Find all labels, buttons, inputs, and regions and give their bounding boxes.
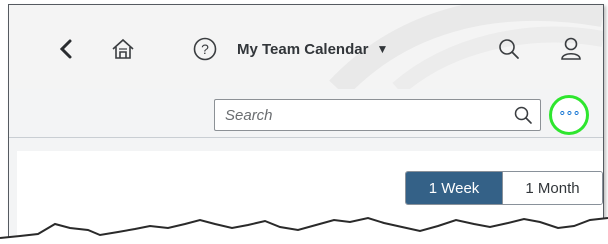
- search-icon: [499, 39, 519, 59]
- svg-text:?: ?: [201, 41, 209, 57]
- user-profile-button[interactable]: [551, 29, 591, 69]
- search-field[interactable]: [214, 99, 541, 131]
- overflow-button[interactable]: ∘∘∘: [549, 95, 589, 135]
- app-title: My Team Calendar: [237, 40, 369, 58]
- home-button[interactable]: [103, 29, 143, 69]
- chevron-down-icon: ▼: [376, 42, 389, 56]
- shell-bar: ? My Team Calendar ▼: [9, 5, 603, 89]
- shell-search-button[interactable]: [489, 29, 529, 69]
- torn-edge: [0, 216, 608, 244]
- toolbar-divider: [9, 137, 603, 138]
- overflow-dots-icon: ∘∘∘: [558, 105, 580, 120]
- search-submit-button[interactable]: [506, 100, 540, 130]
- user-icon: [561, 37, 581, 60]
- app-title-menu[interactable]: My Team Calendar ▼: [237, 36, 388, 62]
- home-icon: [112, 38, 134, 59]
- chevron-left-icon: [59, 39, 72, 59]
- help-button[interactable]: ?: [185, 29, 225, 69]
- month-view-button[interactable]: 1 Month: [502, 172, 602, 204]
- search-icon: [514, 106, 532, 124]
- help-circle-icon: ?: [193, 37, 217, 61]
- view-switch: 1 Week 1 Month: [405, 171, 603, 205]
- search-input[interactable]: [215, 100, 506, 130]
- week-view-button[interactable]: 1 Week: [406, 172, 502, 204]
- back-button[interactable]: [47, 29, 87, 69]
